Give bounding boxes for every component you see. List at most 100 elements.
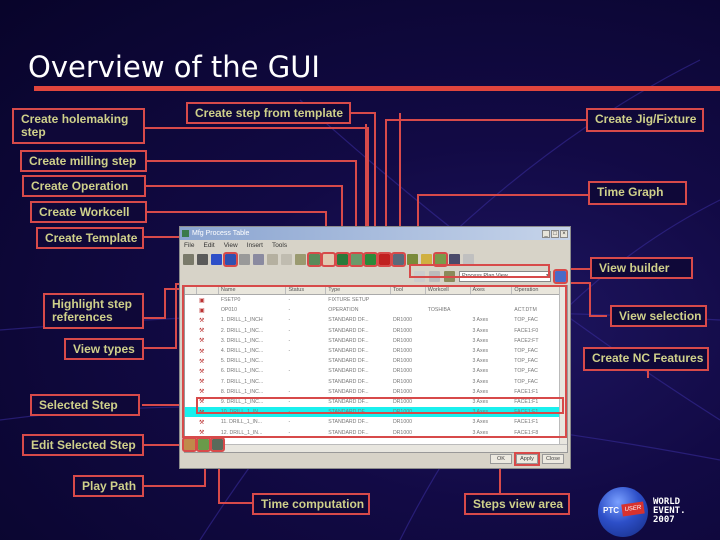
- tool-cell: DR1000: [392, 358, 412, 365]
- table-row[interactable]: ⚒ 6. DRILL_1_INC... - STANDARD DF... DR1000 3…: [185, 366, 567, 376]
- step-icon: ⚒: [198, 328, 205, 335]
- type-cell: STANDARD DF...: [328, 317, 369, 324]
- table-row[interactable]: ⚒ 7. DRILL_1_INC... STANDARD DF... DR1000 3 …: [185, 377, 567, 387]
- col-tool[interactable]: Tool: [391, 286, 426, 294]
- table-row[interactable]: ⚒ 3. DRILL_1_INC... - STANDARD DF... DR1000 3…: [185, 336, 567, 346]
- table-row[interactable]: ⚒ 8. DRILL_1_INC... - STANDARD DF... DR1000 3…: [185, 387, 567, 397]
- type-cell: STANDARD DF...: [328, 327, 369, 334]
- nc-icon[interactable]: [197, 254, 208, 265]
- grid-icon[interactable]: [463, 254, 474, 265]
- play-path-icon[interactable]: [196, 437, 211, 452]
- menu-tools[interactable]: Tools: [272, 242, 287, 249]
- step-icon: ⚒: [198, 430, 205, 437]
- axes-cell: 3 Axes: [472, 409, 489, 416]
- table-row[interactable]: ⚒ 4. DRILL_1_INC... - STANDARD DF... DR1000 3…: [185, 346, 567, 356]
- col-workcell[interactable]: Workcell: [426, 286, 471, 294]
- table-row[interactable]: ⚒ 9. DRILL_1_INC... - STANDARD DF... DR1000 3…: [185, 397, 567, 407]
- time-computation-icon[interactable]: [210, 437, 225, 452]
- callout-create-milling-step: Create milling step: [20, 150, 147, 172]
- paste-icon[interactable]: [267, 254, 278, 265]
- view-selection-value: Process Plan View: [462, 272, 508, 279]
- create-step-from-template-icon[interactable]: [363, 252, 378, 267]
- col-name[interactable]: Name: [219, 286, 287, 294]
- status-cell: -: [288, 348, 291, 355]
- folder-icon[interactable]: [421, 254, 432, 265]
- fixture-icon[interactable]: [183, 254, 194, 265]
- status-cell: -: [288, 398, 291, 405]
- type-cell: STANDARD DF...: [328, 378, 369, 385]
- name-cell: 6. DRILL_1_INC...: [220, 368, 264, 375]
- view-selection-dropdown[interactable]: Process Plan View ▾: [459, 270, 551, 282]
- highlight-references-icon[interactable]: [223, 252, 238, 267]
- ok-button[interactable]: OK: [490, 454, 512, 464]
- copy-icon[interactable]: [253, 254, 264, 265]
- chart-icon[interactable]: [449, 254, 460, 265]
- table-row[interactable]: ▣ OP010- OPERATION TOSHIBA ACT.DTM: [185, 305, 567, 315]
- status-cell: -: [288, 317, 291, 324]
- col-axes[interactable]: Axes: [471, 286, 513, 294]
- cut-icon[interactable]: [239, 254, 250, 265]
- view-builder-icon[interactable]: [553, 268, 568, 284]
- status-cell: -: [288, 388, 291, 395]
- view-type-list-icon[interactable]: [414, 270, 425, 282]
- time-graph-icon[interactable]: [433, 252, 448, 267]
- step-icon: ⚒: [198, 338, 205, 345]
- callout-create-workcell: Create Workcell: [30, 201, 147, 223]
- logo-ptc-text: PTC: [603, 506, 619, 515]
- create-jig-fixture-icon[interactable]: [377, 252, 392, 267]
- axes-cell: 3 Axes: [472, 337, 489, 344]
- type-cell: STANDARD DF...: [328, 348, 369, 355]
- view-type-tree-icon[interactable]: [429, 270, 440, 282]
- table-row[interactable]: ⚒ 12. DRILL_1_IN... - STANDARD DF... DR1000 3…: [185, 427, 567, 437]
- col-icon[interactable]: [197, 286, 219, 294]
- info-icon[interactable]: [211, 254, 222, 265]
- table-row[interactable]: ▣ FSETP0 - FIXTURE SETUP: [185, 295, 567, 305]
- table-row-selected[interactable]: ⚒ 10. DRILL_1_IN... - STANDARD DF... DR1000 3…: [185, 407, 567, 418]
- ref-icon[interactable]: [407, 254, 418, 265]
- table-row[interactable]: ⚒ 2. DRILL_1_INC... - STANDARD DF... DR1000 3…: [185, 326, 567, 336]
- maximize-button[interactable]: □: [551, 229, 559, 238]
- col-status[interactable]: Status: [286, 286, 327, 294]
- create-holemaking-step-icon[interactable]: [349, 252, 364, 267]
- edit-step-icon[interactable]: [182, 437, 197, 452]
- col-type[interactable]: Type: [326, 286, 391, 294]
- close-window-button[interactable]: ×: [560, 229, 568, 238]
- table-row[interactable]: ⚒ 11. DRILL_1_IN... - STANDARD DF... DR1000 3…: [185, 417, 567, 427]
- table-row[interactable]: ⚒ 1. DRILL_1_INCH - STANDARD DF... DR1000 3 A…: [185, 315, 567, 325]
- step-icon: ⚒: [198, 409, 205, 416]
- create-nc-feature-icon[interactable]: [391, 252, 406, 267]
- table-row[interactable]: ⚒ 5. DRILL_1_INC... STANDARD DF... DR1000 3 …: [185, 356, 567, 366]
- view-type-icon[interactable]: [444, 270, 455, 282]
- menu-insert[interactable]: Insert: [247, 242, 263, 249]
- vertical-scrollbar[interactable]: [559, 286, 567, 452]
- type-cell: STANDARD DF...: [328, 429, 369, 436]
- main-toolbar: [180, 251, 570, 268]
- callout-highlight-step-references: Highlight step references: [43, 293, 144, 329]
- apply-button[interactable]: Apply: [514, 452, 540, 466]
- delete-icon[interactable]: [281, 254, 292, 265]
- status-cell: -: [288, 419, 291, 426]
- axes-cell: 3 Axes: [472, 317, 489, 324]
- bottom-toolbar: [182, 437, 225, 452]
- close-button[interactable]: Close: [542, 454, 564, 464]
- create-operation-icon[interactable]: [321, 252, 336, 267]
- name-cell: 10. DRILL_1_IN...: [220, 409, 263, 416]
- axes-cell: 3 Axes: [472, 378, 489, 385]
- tool-cell: DR1000: [392, 368, 412, 375]
- status-cell: -: [288, 327, 291, 334]
- tool-cell: DR1000: [392, 419, 412, 426]
- callout-play-path: Play Path: [73, 475, 144, 497]
- menu-file[interactable]: File: [184, 242, 194, 249]
- col-expand[interactable]: [185, 286, 197, 294]
- minimize-button[interactable]: _: [542, 229, 550, 238]
- create-milling-step-icon[interactable]: [335, 252, 350, 267]
- create-template-icon[interactable]: [295, 254, 306, 265]
- menu-view[interactable]: View: [224, 242, 238, 249]
- menu-edit[interactable]: Edit: [203, 242, 214, 249]
- create-workcell-icon[interactable]: [307, 252, 322, 267]
- name-cell: 2. DRILL_1_INC...: [220, 327, 264, 334]
- horizontal-scrollbar[interactable]: [185, 444, 567, 452]
- workcell-cell: TOSHIBA: [427, 307, 451, 314]
- step-icon: ⚒: [198, 348, 205, 355]
- axes-cell: 3 Axes: [472, 358, 489, 365]
